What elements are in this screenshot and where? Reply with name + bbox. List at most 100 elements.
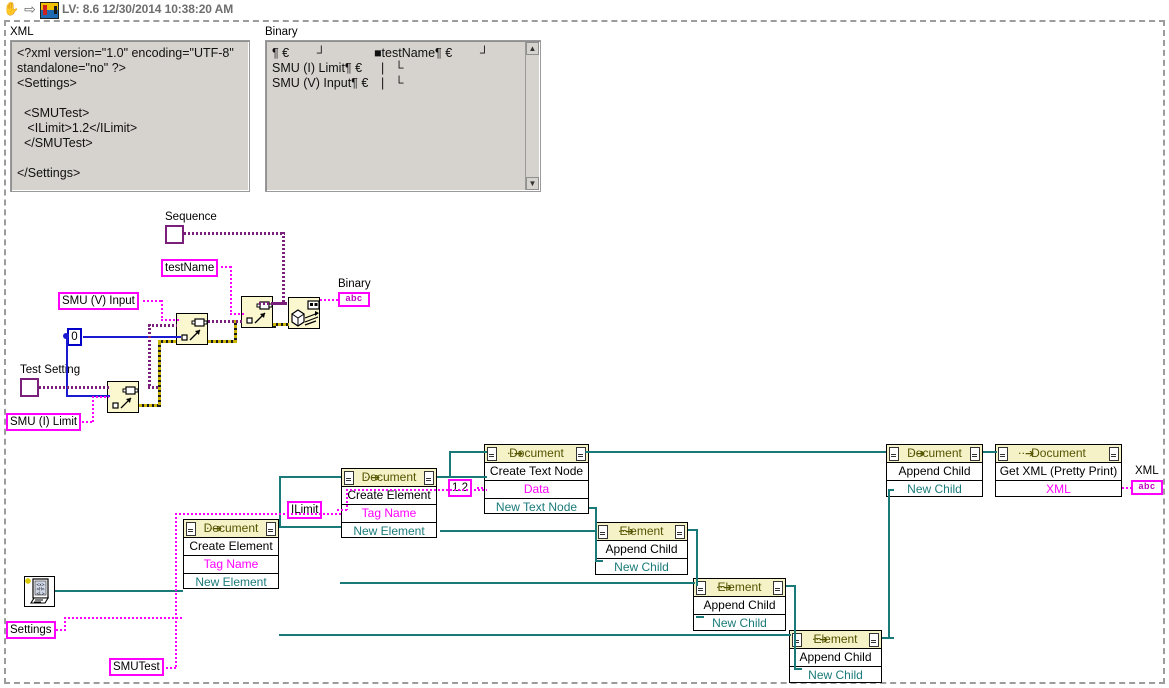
node-param-tag-name[interactable]: Tag Name xyxy=(184,556,278,574)
wire-cluster-into-bundle2 xyxy=(148,324,177,327)
constant-zero[interactable]: 0 xyxy=(67,328,82,346)
refnum-glyph-icon xyxy=(487,447,497,461)
node-header: ‧‧➔ Element xyxy=(596,523,687,541)
wire-ac3-into-doc xyxy=(888,489,894,491)
node-output-xml[interactable]: XML xyxy=(996,481,1121,498)
bundle-node-3[interactable] xyxy=(241,296,273,328)
node-header: ‧‧➔ Document xyxy=(184,520,278,538)
wire-smutest-into-node xyxy=(175,513,342,515)
node-method-row[interactable]: Append Child xyxy=(596,541,687,559)
hand-cursor-icon[interactable]: ✋ xyxy=(3,1,19,17)
xml-pane-label: XML xyxy=(10,26,34,38)
wire-ilimit-v xyxy=(346,489,348,510)
refnum-glyph-icon xyxy=(889,447,899,461)
node-method-row[interactable]: Append Child xyxy=(694,597,785,615)
wire-newelem-smutest xyxy=(340,582,695,584)
node-header: ‧‧➔ Element xyxy=(790,631,881,649)
invoke-arrow-icon: ‧‧➔ xyxy=(909,448,926,460)
sequence-label: Sequence xyxy=(165,211,217,223)
wire-ac1-out-v xyxy=(696,529,698,586)
node-method-row[interactable]: Create Text Node xyxy=(485,463,588,481)
constant-ilimit[interactable]: ILimit xyxy=(287,501,323,519)
wire-ref-n1-v xyxy=(279,477,281,528)
scroll-up-icon[interactable]: ▲ xyxy=(526,42,539,55)
node-append-child-element-1[interactable]: ‧‧➔ Element Append Child New Child xyxy=(595,522,688,575)
indicator-binary[interactable]: abc xyxy=(338,292,370,307)
wire-cluster-2 xyxy=(208,320,242,323)
node-param-tag-name[interactable]: Tag Name xyxy=(342,505,436,523)
wire-binary-out xyxy=(320,299,338,301)
wire-smuv-h xyxy=(143,300,163,302)
binary-indicator-label: Binary xyxy=(338,278,371,290)
xml-pane-text: <?xml version="1.0" encoding="UTF-8" sta… xyxy=(17,46,234,180)
wire-ref-n1-h xyxy=(279,526,341,528)
constant-testname[interactable]: testName xyxy=(161,259,219,277)
wire-sequence-h xyxy=(184,232,285,235)
node-get-xml-pretty-print[interactable]: ‧‧➔ Document Get XML (Pretty Print) XML xyxy=(995,444,1122,497)
node-header: ‧‧➔ Document xyxy=(485,445,588,463)
constant-smutest[interactable]: SMUTest xyxy=(109,658,164,676)
node-method-row[interactable]: Append Child xyxy=(790,649,881,667)
constant-smu-v-input[interactable]: SMU (V) Input xyxy=(58,292,139,310)
node-param-data[interactable]: Data xyxy=(485,481,588,499)
wire-textnode-into-child xyxy=(595,560,603,562)
run-arrow-icon[interactable]: ⇨ xyxy=(22,1,38,17)
node-method-row[interactable]: Get XML (Pretty Print) xyxy=(996,463,1121,481)
wire-ref-n2-v xyxy=(449,452,451,478)
wire-doc-to-getxml xyxy=(983,451,997,453)
wire-textnode-out-v xyxy=(595,507,597,562)
refnum-glyph-icon xyxy=(675,525,685,539)
wire-smui-v xyxy=(92,396,94,422)
binary-pane-label: Binary xyxy=(265,26,298,38)
wire-cluster-3 xyxy=(273,302,289,305)
node-output-new-element[interactable]: New Element xyxy=(342,523,436,540)
constant-smu-i-limit[interactable]: SMU (I) Limit xyxy=(6,413,82,431)
bundle-node-2[interactable] xyxy=(176,313,208,345)
node-param-new-child[interactable]: New Child xyxy=(694,615,785,632)
wire-ref-n2-h xyxy=(437,476,487,478)
wire-ref-n2-to-n3 xyxy=(449,451,487,453)
node-param-new-child[interactable]: New Child xyxy=(887,481,982,498)
node-create-text-node[interactable]: ‧‧➔ Document Create Text Node Data New T… xyxy=(484,444,589,514)
invoke-arrow-icon: ‧‧➔ xyxy=(364,472,381,484)
refnum-glyph-icon xyxy=(576,447,586,461)
node-param-new-child[interactable]: New Child xyxy=(790,667,881,684)
xml-document-glyph: <x> <H> <L> xyxy=(25,578,49,604)
constant-1-2[interactable]: 1.2 xyxy=(448,479,472,497)
refnum-glyph-icon xyxy=(869,633,879,647)
binary-pane-scrollbar[interactable]: ▲ ▼ xyxy=(525,42,539,190)
toolbar: ✋ ⇨ LV: 8.6 12/30/2014 10:38:20 AM xyxy=(0,0,1169,19)
terminal-test-setting[interactable] xyxy=(20,378,39,397)
invoke-arrow-icon: ‧‧➔ xyxy=(618,526,635,538)
node-param-new-child[interactable]: New Child xyxy=(596,559,687,576)
wire-settings-v xyxy=(64,617,66,631)
flatten-to-string-node[interactable] xyxy=(288,297,320,329)
wire-smuv-into-bundle xyxy=(161,319,179,321)
scroll-down-icon[interactable]: ▼ xyxy=(526,177,539,190)
node-append-child-element-3[interactable]: ‧‧➔ Element Append Child New Child xyxy=(789,630,882,683)
node-append-child-document[interactable]: ‧‧➔ Document Append Child New Child xyxy=(886,444,983,497)
binary-pane[interactable]: ¶ € ┘ SMU (I) Limit¶ € SMU (V) Input¶ € … xyxy=(265,40,541,192)
wire-smui-into-bundle xyxy=(92,396,109,398)
node-create-element-smutest[interactable]: ‧‧➔ Document Create Element Tag Name New… xyxy=(341,468,437,538)
bundle-cluster-icon xyxy=(181,318,208,341)
wire-variant-1-v xyxy=(158,342,161,407)
node-method-row[interactable]: Create Element xyxy=(184,538,278,556)
wire-variant-3-v xyxy=(273,323,276,328)
node-output-new-element[interactable]: New Element xyxy=(184,574,278,591)
xml-pane[interactable]: <?xml version="1.0" encoding="UTF-8" sta… xyxy=(10,40,250,192)
test-setting-label: Test Setting xyxy=(20,364,81,376)
bundle-node-1[interactable] xyxy=(107,381,139,413)
indicator-xml[interactable]: abc xyxy=(1131,480,1163,495)
terminal-sequence[interactable] xyxy=(165,225,184,244)
node-method-row[interactable]: Append Child xyxy=(887,463,982,481)
node-output-new-text-node[interactable]: New Text Node xyxy=(485,499,588,516)
node-create-element-settings[interactable]: ‧‧➔ Document Create Element Tag Name New… xyxy=(183,519,279,589)
constant-settings[interactable]: Settings xyxy=(6,621,56,639)
wire-ref-n1-to-n2 xyxy=(279,476,341,478)
node-append-child-element-2[interactable]: ‧‧➔ Element Append Child New Child xyxy=(693,578,786,631)
wire-newelem-ilimit xyxy=(440,530,595,532)
new-xml-document-icon[interactable]: <x> <H> <L> xyxy=(24,576,55,607)
labview-vi-icon[interactable] xyxy=(40,2,59,19)
xml-indicator-label: XML xyxy=(1135,465,1159,477)
